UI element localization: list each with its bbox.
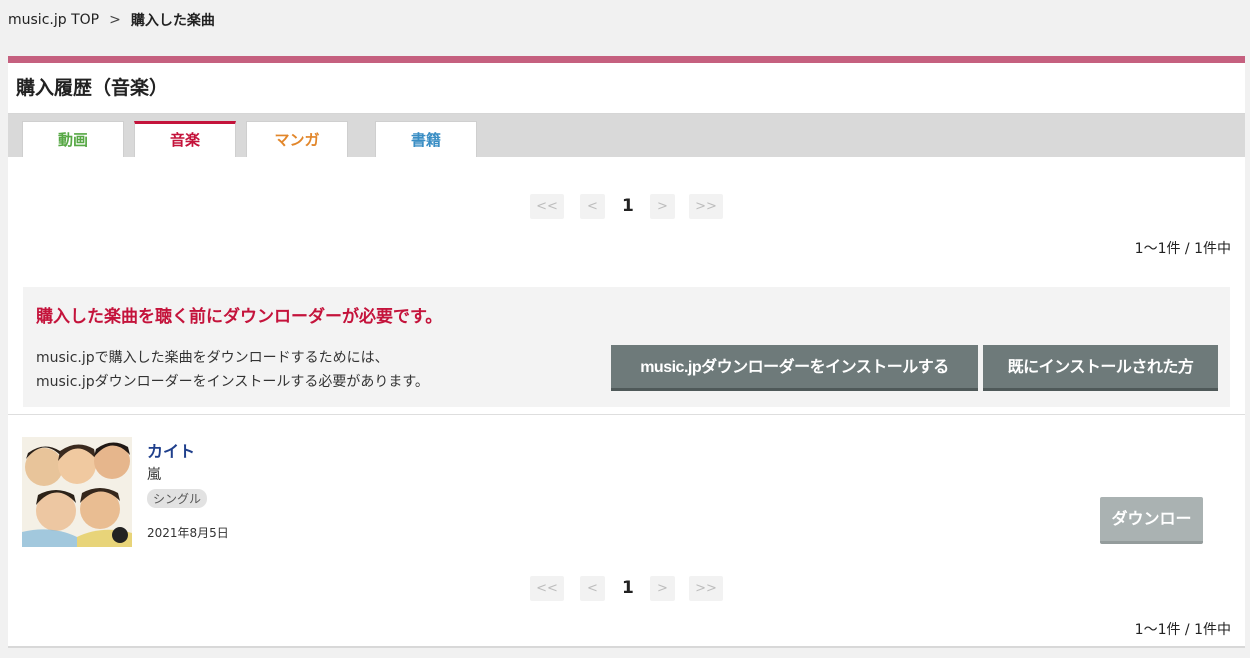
breadcrumb: music.jp TOP > 購入した楽曲 [8,10,215,30]
download-button[interactable]: ダウンロード [1100,497,1203,572]
purchase-date: 2021年8月5日 [147,526,229,540]
pager-prev-button[interactable]: < [580,194,605,219]
divider [8,414,1245,415]
album-art-graphic [22,437,132,547]
release-type-badge: シングル [147,489,208,508]
result-count-bottom: 1〜1件 / 1件中 [1134,622,1231,638]
track-artist: 嵐 [147,467,161,483]
notice-line-1: music.jpで購入した楽曲をダウンロードするためには、 [36,350,389,366]
pager-last-button[interactable]: >> [689,194,723,219]
notice-title: 購入した楽曲を聴く前にダウンローダーが必要です。 [36,307,443,327]
pager-current-page: 1 [622,196,634,216]
downloader-notice: 購入した楽曲を聴く前にダウンローダーが必要です。 music.jpで購入した楽曲… [23,287,1230,407]
purchase-history-panel: 購入履歴（音楽） 動画 音楽 マンガ 書籍 << < 1 > >> 1〜1件 /… [8,56,1245,648]
page-title: 購入履歴（音楽） [8,63,1245,114]
result-count-top: 1〜1件 / 1件中 [1134,241,1231,257]
pager-first-button[interactable]: << [530,576,564,601]
album-jacket-image[interactable] [22,437,132,547]
notice-line-2: music.jpダウンローダーをインストールする必要があります。 [36,374,429,390]
track-title-link[interactable]: カイト [147,438,195,462]
pager-first-button[interactable]: << [530,194,564,219]
tab-manga[interactable]: マンガ [246,121,348,157]
pager-bottom: << < 1 > >> [8,576,1245,601]
pager-current-page: 1 [622,578,634,598]
pager-prev-button[interactable]: < [580,576,605,601]
install-downloader-button[interactable]: music.jpダウンローダーをインストールする [611,345,978,391]
pager-next-button[interactable]: > [650,576,675,601]
pager-next-button[interactable]: > [650,194,675,219]
notice-body: music.jpで購入した楽曲をダウンロードするためには、 music.jpダウ… [36,346,429,394]
breadcrumb-home-link[interactable]: music.jp TOP [8,12,99,28]
tab-books[interactable]: 書籍 [375,121,477,157]
category-tabs: 動画 音楽 マンガ 書籍 [8,114,1245,157]
tab-music[interactable]: 音楽 [134,121,236,157]
tab-video[interactable]: 動画 [22,121,124,157]
already-installed-button[interactable]: 既にインストールされた方 [983,345,1218,391]
pager-last-button[interactable]: >> [689,576,723,601]
breadcrumb-current: 購入した楽曲 [130,13,215,29]
pager-top: << < 1 > >> [8,194,1245,219]
breadcrumb-separator: > [109,12,121,28]
